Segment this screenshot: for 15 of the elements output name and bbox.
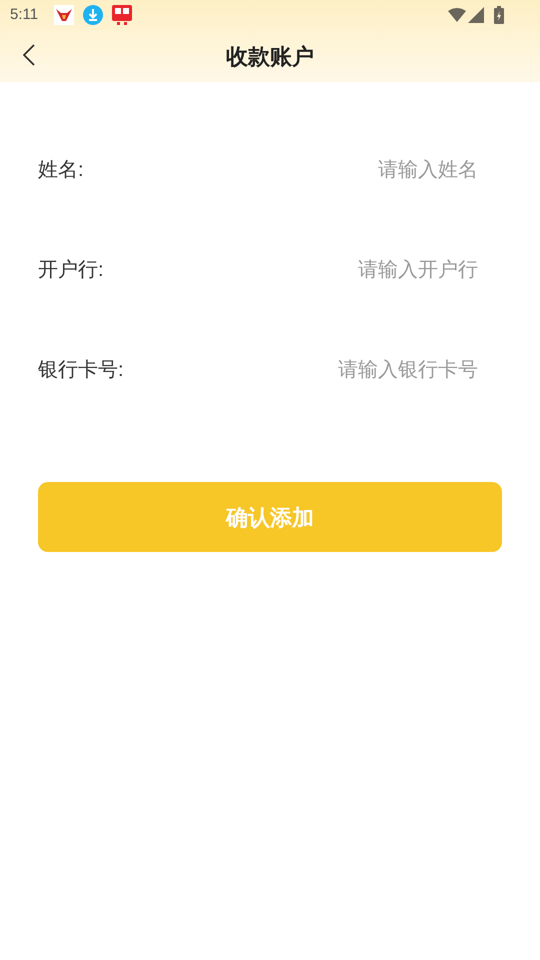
input-field[interactable]: 请输入开户行 (114, 255, 478, 285)
signal-icon (468, 7, 484, 23)
back-icon (23, 44, 35, 66)
status-time: 5:11 (10, 4, 38, 25)
input-field[interactable]: 请输入姓名 (94, 155, 478, 185)
battery-icon (494, 6, 504, 24)
confirm-add-button[interactable]: 确认添加 (38, 482, 502, 552)
field-label: 银行卡号: (38, 358, 124, 383)
download-icon (83, 5, 104, 25)
page-title: 收款账户 (226, 42, 314, 70)
input-field[interactable]: 请输入银行卡号 (134, 355, 478, 385)
wifi-icon (448, 8, 466, 22)
field-label: 姓名: (38, 158, 84, 183)
field-label: 开户行: (38, 258, 104, 283)
app-icon (112, 5, 132, 25)
